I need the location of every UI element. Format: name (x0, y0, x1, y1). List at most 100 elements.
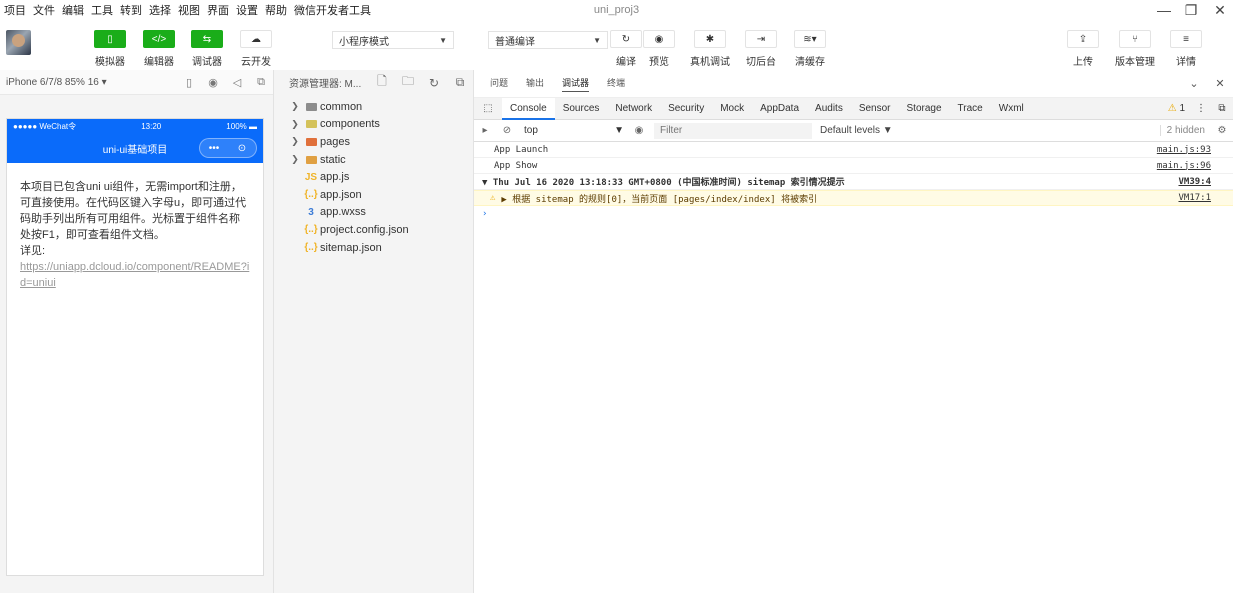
close-panel-icon[interactable]: ✕ (1207, 77, 1233, 90)
file-explorer: 资源管理器: M... 🗋 🗀 ↻ ⧉ ❯ common ❯ components ❯ p… (274, 70, 474, 593)
upload-button[interactable]: ⇪ 上传 (1059, 30, 1107, 68)
debugger-label: 调试器 (192, 57, 222, 68)
sidebar-toggle-icon[interactable]: ▸ (474, 125, 496, 136)
eye-icon: ◉ (643, 30, 675, 48)
version-button[interactable]: ⑂ 版本管理 (1111, 30, 1159, 68)
popout-icon[interactable]: ⧉ (249, 76, 273, 89)
file-item[interactable]: {..} app.json (274, 186, 473, 204)
file-item[interactable]: {..} project.config.json (274, 221, 473, 239)
cloud-button[interactable]: ☁ 云开发 (232, 30, 280, 68)
panel-tab[interactable]: 输出 (526, 76, 544, 91)
close-icon[interactable]: ✕ (1207, 0, 1233, 20)
clear-cache-button[interactable]: ≋▾ 清缓存 (786, 30, 834, 68)
background-button[interactable]: ⇥ 切后台 (737, 30, 785, 68)
preview-button[interactable]: ◉ 预览 (635, 30, 683, 68)
real-debug-button[interactable]: ✱ 真机调试 (686, 30, 734, 68)
editor-label: 编辑器 (144, 57, 174, 68)
menu-item[interactable]: 转到 (116, 2, 145, 18)
console-source-link[interactable]: VM17:1 (1178, 193, 1211, 203)
close-mini-icon[interactable]: ⊙ (228, 143, 256, 154)
chevron-down-icon: ▼ (614, 125, 624, 136)
folder-item[interactable]: ❯ common (274, 98, 473, 116)
menu-item[interactable]: 视图 (174, 2, 203, 18)
panel-tab[interactable]: 终端 (607, 76, 625, 91)
devtools-tab[interactable]: Trace (950, 98, 991, 120)
minimize-icon[interactable]: — (1151, 0, 1177, 20)
menu-item[interactable]: 界面 (203, 2, 232, 18)
file-item[interactable]: 3 app.wxss (274, 204, 473, 222)
doc-link[interactable]: https://uniapp.dcloud.io/component/READM… (20, 259, 250, 291)
menu-item[interactable]: 微信开发者工具 (290, 2, 374, 18)
sound-icon[interactable]: ◁ (225, 76, 249, 89)
menu-item[interactable]: 文件 (29, 2, 58, 18)
new-folder-icon[interactable]: 🗀 (395, 72, 421, 93)
devtools-tab[interactable]: Network (607, 98, 660, 120)
menu-item[interactable]: 工具 (87, 2, 116, 18)
console-source-link[interactable]: main.js:96 (1157, 161, 1211, 171)
devtools-tab[interactable]: Wxml (991, 98, 1032, 120)
chevron-down-icon[interactable]: ⌄ (1181, 77, 1207, 90)
devtools-tab[interactable]: Mock (712, 98, 752, 120)
warning-badge[interactable]: ⚠ 1 (1168, 103, 1185, 114)
menu-item[interactable]: 编辑 (58, 2, 87, 18)
tree-item-label: sitemap.json (320, 241, 382, 254)
file-icon: {..} (304, 224, 318, 236)
panel-tab[interactable]: 问题 (490, 76, 508, 91)
menu-item[interactable]: 项目 (0, 2, 29, 18)
devtools-tab[interactable]: Storage (899, 98, 950, 120)
collapse-icon[interactable]: ⧉ (447, 75, 473, 90)
devtools-tab[interactable]: Sources (555, 98, 608, 120)
new-file-icon[interactable]: 🗋 (369, 72, 395, 93)
context-select[interactable]: top ▼ (518, 125, 628, 136)
upload-label: 上传 (1073, 57, 1093, 68)
gear-icon[interactable]: ⚙ (1211, 125, 1233, 136)
cloud-icon: ☁ (240, 30, 272, 48)
mode-select[interactable]: 小程序模式 ▼ (332, 31, 454, 49)
clear-console-icon[interactable]: ⊘ (496, 125, 518, 136)
file-item[interactable]: JS app.js (274, 168, 473, 186)
more-vert-icon[interactable]: ⋮ (1191, 103, 1211, 114)
intro-text: 本项目已包含uni ui组件，无需import和注册，可直接使用。在代码区键入字… (20, 181, 247, 241)
folder-item[interactable]: ❯ static (274, 151, 473, 169)
more-icon[interactable]: ••• (200, 143, 228, 154)
eye-icon[interactable]: ◉ (628, 125, 650, 136)
details-button[interactable]: ≡ 详情 (1162, 30, 1210, 68)
dock-icon[interactable]: ⧉ (1211, 103, 1233, 114)
devtools-tab[interactable]: Sensor (851, 98, 899, 120)
console-source-link[interactable]: main.js:93 (1157, 145, 1211, 155)
menu-item[interactable]: 选择 (145, 2, 174, 18)
simulator-button[interactable]: ▯ 模拟器 (86, 30, 134, 68)
code-icon: </> (143, 30, 175, 48)
version-label: 版本管理 (1115, 57, 1155, 68)
phone-icon[interactable]: ▯ (177, 76, 201, 89)
filter-input[interactable] (654, 122, 812, 139)
devtools-tab[interactable]: Console (502, 97, 555, 120)
levels-select[interactable]: Default levels ▼ (820, 125, 893, 136)
debugger-button[interactable]: ⇆ 调试器 (183, 30, 231, 68)
maximize-icon[interactable]: ❐ (1178, 0, 1204, 20)
compile-select[interactable]: 普通编译 ▼ (488, 31, 608, 49)
panel-tab[interactable]: 调试器 (562, 76, 590, 92)
capsule-button[interactable]: ••• ⊙ (199, 138, 257, 158)
console-prompt[interactable]: › (474, 206, 1233, 222)
avatar[interactable] (6, 30, 31, 55)
devtools-tab[interactable]: Security (660, 98, 712, 120)
inspect-icon[interactable]: ⬚ (474, 103, 502, 114)
refresh-icon[interactable]: ↻ (421, 76, 447, 90)
console-source-link[interactable]: VM39:4 (1178, 177, 1211, 187)
chevron-right-icon: ❯ (291, 136, 299, 147)
menu-item[interactable]: 设置 (232, 2, 261, 18)
device-select[interactable]: iPhone 6/7/8 85% 16 ▾ (6, 77, 177, 88)
folder-item[interactable]: ❯ components (274, 116, 473, 134)
devtools-tab[interactable]: AppData (752, 98, 807, 120)
console-output: App Launch main.js:93 App Show main.js:96 ▼ … (474, 142, 1233, 222)
folder-item[interactable]: ❯ pages (274, 133, 473, 151)
record-icon[interactable]: ◉ (201, 76, 225, 89)
menu-item[interactable]: 帮助 (261, 2, 290, 18)
file-item[interactable]: {..} sitemap.json (274, 239, 473, 257)
console-message: App Launch main.js:93 (474, 142, 1233, 158)
editor-button[interactable]: </> 编辑器 (135, 30, 183, 68)
console-message-text: App Launch (494, 144, 549, 155)
tree-item-label: app.json (320, 188, 362, 201)
devtools-tab[interactable]: Audits (807, 98, 851, 120)
